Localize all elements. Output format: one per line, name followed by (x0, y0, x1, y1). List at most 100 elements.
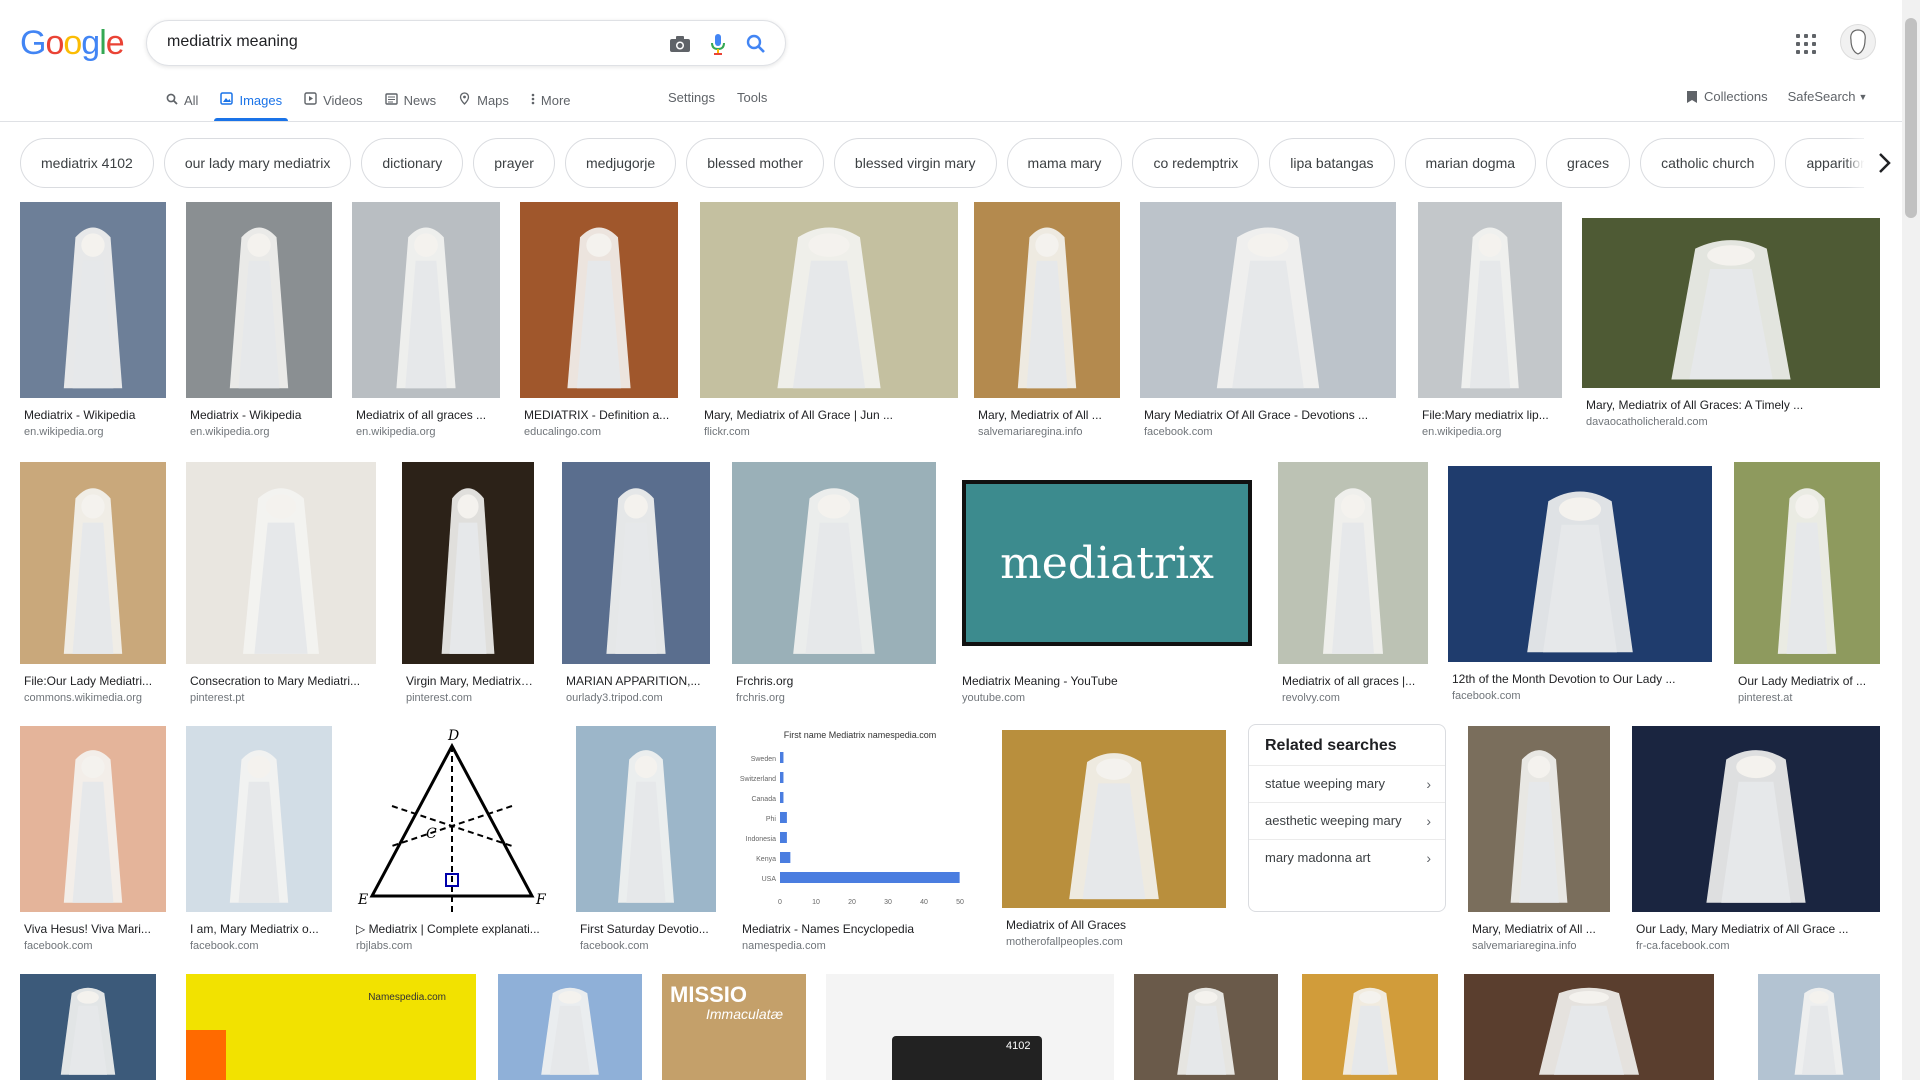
image-result[interactable]: mediatrix Mediatrix Meaning - YouTube yout… (958, 462, 1256, 710)
result-title[interactable]: Mediatrix - Names Encyclopedia (742, 922, 982, 936)
result-thumbnail[interactable] (186, 726, 332, 912)
result-thumbnail[interactable] (974, 202, 1120, 398)
image-result[interactable]: Mediatrix of all graces |... revolvy.com (1278, 462, 1428, 710)
result-thumbnail[interactable] (1418, 202, 1562, 398)
image-result[interactable] (1758, 974, 1880, 1080)
result-thumbnail[interactable] (498, 974, 642, 1080)
result-thumbnail[interactable] (1302, 974, 1438, 1080)
related-search-item[interactable]: statue weeping mary › (1249, 766, 1445, 803)
result-title[interactable]: Mary, Mediatrix of All ... (978, 408, 1120, 422)
result-thumbnail[interactable] (1468, 726, 1610, 912)
result-thumbnail[interactable] (732, 462, 936, 664)
image-result[interactable]: 12th of the Month Devotion to Our Lady .… (1448, 466, 1712, 708)
image-result[interactable] (1302, 974, 1438, 1080)
result-title[interactable]: First Saturday Devotio... (580, 922, 716, 936)
result-title[interactable]: File:Mary mediatrix lip... (1422, 408, 1562, 422)
image-result[interactable]: Consecration to Mary Mediatri... pinteres… (186, 462, 376, 710)
result-thumbnail[interactable] (1582, 218, 1880, 388)
image-result[interactable]: MARIAN APPARITION,... ourlady3.tripod.com (562, 462, 710, 710)
image-result[interactable]: Mediatrix of all graces ... en.wikipedia.… (352, 202, 500, 444)
result-thumbnail[interactable] (576, 726, 716, 912)
result-title[interactable]: Mary, Mediatrix of All Graces: A Timely … (1586, 398, 1880, 412)
result-thumbnail[interactable] (20, 726, 166, 912)
image-result[interactable]: D E F C ▷ Mediatrix | Complete explanati... r… (352, 726, 552, 958)
result-thumbnail[interactable] (1758, 974, 1880, 1080)
result-thumbnail[interactable]: Namespedia.com (186, 974, 476, 1080)
result-thumbnail[interactable] (186, 202, 332, 398)
result-title[interactable]: MARIAN APPARITION,... (566, 674, 710, 688)
image-result[interactable]: Mediatrix of All Graces motherofallpeople… (1002, 730, 1226, 954)
result-title[interactable]: ▷ Mediatrix | Complete explanati... (356, 922, 552, 936)
result-thumbnail[interactable]: First name Mediatrix namespedia.com Swede… (738, 726, 982, 912)
result-title[interactable]: Mary Mediatrix Of All Grace - Devotions … (1144, 408, 1396, 422)
related-search-item[interactable]: aesthetic weeping mary › (1249, 803, 1445, 840)
image-result[interactable]: First Saturday Devotio... facebook.com (576, 726, 716, 958)
result-title[interactable]: Mediatrix - Wikipedia (190, 408, 332, 422)
result-title[interactable]: I am, Mary Mediatrix o... (190, 922, 332, 936)
result-title[interactable]: MEDIATRIX - Definition a... (524, 408, 678, 422)
image-result[interactable]: Mediatrix - Wikipedia en.wikipedia.org (186, 202, 332, 444)
result-title[interactable]: Frchris.org (736, 674, 936, 688)
result-thumbnail[interactable] (1140, 202, 1396, 398)
image-result[interactable]: Our Lady Mediatrix of ... pinterest.at (1734, 462, 1880, 710)
result-thumbnail[interactable] (562, 462, 710, 664)
result-thumbnail[interactable] (1134, 974, 1278, 1080)
image-result[interactable]: 4102 (826, 974, 1114, 1080)
result-title[interactable]: 12th of the Month Devotion to Our Lady .… (1452, 672, 1712, 686)
result-thumbnail[interactable] (1278, 462, 1428, 664)
image-result[interactable]: Mary, Mediatrix of All ... salvemariaregi… (974, 202, 1120, 444)
image-result[interactable] (1134, 974, 1278, 1080)
result-thumbnail[interactable]: 4102 (826, 974, 1114, 1080)
result-title[interactable]: Mediatrix of all graces |... (1282, 674, 1428, 688)
image-result[interactable] (1464, 974, 1714, 1080)
result-thumbnail[interactable] (1448, 466, 1712, 662)
result-thumbnail[interactable]: MISSIO Immaculatæ (662, 974, 806, 1080)
image-result[interactable]: Mediatrix - Wikipedia en.wikipedia.org (20, 202, 166, 444)
related-search-item[interactable]: mary madonna art › (1249, 840, 1445, 876)
image-result[interactable] (20, 974, 156, 1080)
image-result[interactable]: Frchris.org frchris.org (732, 462, 936, 710)
result-thumbnail[interactable] (1464, 974, 1714, 1080)
result-title[interactable]: Mary, Mediatrix of All ... (1472, 922, 1610, 936)
result-thumbnail[interactable] (700, 202, 958, 398)
image-result[interactable]: Mary Mediatrix Of All Grace - Devotions … (1140, 202, 1396, 444)
result-thumbnail[interactable] (1002, 730, 1226, 908)
result-title[interactable]: Mediatrix - Wikipedia (24, 408, 166, 422)
result-thumbnail[interactable] (352, 202, 500, 398)
result-title[interactable]: Mary, Mediatrix of All Grace | Jun ... (704, 408, 958, 422)
result-thumbnail[interactable] (402, 462, 534, 664)
result-title[interactable]: Mediatrix of all graces ... (356, 408, 500, 422)
result-title[interactable]: Mediatrix of All Graces (1006, 918, 1226, 932)
image-result[interactable]: Viva Hesus! Viva Mari... facebook.com (20, 726, 166, 958)
result-thumbnail[interactable] (20, 202, 166, 398)
result-title[interactable]: Virgin Mary, Mediatrix ... (406, 674, 534, 688)
result-title[interactable]: Our Lady Mediatrix of ... (1738, 674, 1880, 688)
result-thumbnail[interactable] (520, 202, 678, 398)
result-thumbnail[interactable] (1734, 462, 1880, 664)
result-title[interactable]: Our Lady, Mary Mediatrix of All Grace ..… (1636, 922, 1880, 936)
image-result[interactable]: MEDIATRIX - Definition a... educalingo.co… (520, 202, 678, 444)
image-result[interactable]: MISSIO Immaculatæ (662, 974, 806, 1080)
result-thumbnail[interactable] (20, 462, 166, 664)
image-result[interactable]: First name Mediatrix namespedia.com Swede… (738, 726, 982, 958)
image-result[interactable]: Mary, Mediatrix of All Graces: A Timely … (1582, 218, 1880, 434)
result-thumbnail[interactable] (1632, 726, 1880, 912)
image-result[interactable]: Mary, Mediatrix of All Grace | Jun ... fl… (700, 202, 958, 444)
result-thumbnail[interactable]: mediatrix (958, 462, 1256, 664)
image-result[interactable] (498, 974, 642, 1080)
result-thumbnail[interactable] (186, 462, 376, 664)
image-result[interactable]: Mary, Mediatrix of All ... salvemariaregi… (1468, 726, 1610, 958)
result-title[interactable]: File:Our Lady Mediatri... (24, 674, 166, 688)
result-title[interactable]: Consecration to Mary Mediatri... (190, 674, 376, 688)
image-result[interactable]: Namespedia.com (186, 974, 476, 1080)
result-title[interactable]: Viva Hesus! Viva Mari... (24, 922, 166, 936)
image-result[interactable]: Our Lady, Mary Mediatrix of All Grace ..… (1632, 726, 1880, 958)
scrollbar-thumb[interactable] (1905, 18, 1917, 218)
image-result[interactable]: File:Mary mediatrix lip... en.wikipedia.o… (1418, 202, 1562, 444)
result-thumbnail[interactable]: D E F C (352, 726, 552, 912)
image-result[interactable]: File:Our Lady Mediatri... commons.wikimed… (20, 462, 166, 710)
image-result[interactable]: Virgin Mary, Mediatrix ... pinterest.com (402, 462, 534, 710)
result-thumbnail[interactable] (20, 974, 156, 1080)
image-result[interactable]: I am, Mary Mediatrix o... facebook.com (186, 726, 332, 958)
result-title[interactable]: Mediatrix Meaning - YouTube (962, 674, 1256, 688)
